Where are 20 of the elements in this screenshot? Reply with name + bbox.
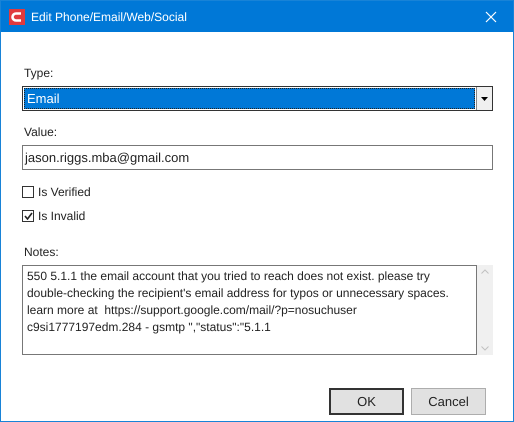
cancel-button[interactable]: Cancel xyxy=(411,388,486,415)
checkbox[interactable] xyxy=(22,210,34,222)
notes-text: 550 5.1.1 the email account that you tried to reach does not exist. please try double-checking the recipient's email address for typos or unnecessary spaces. learn more at https://support.google.com/mail/?p=nosuchuser c9si1777197edm.284 - gsmtp ","status":"5.1.1 xyxy=(27,268,450,336)
checkmark-icon xyxy=(24,212,32,220)
checkbox-label: Is Invalid xyxy=(38,208,86,225)
type-dropdown[interactable]: Email xyxy=(22,86,493,111)
window-title: Edit Phone/Email/Web/Social xyxy=(31,8,188,26)
notes-field[interactable] xyxy=(22,265,477,355)
close-icon[interactable] xyxy=(485,10,497,22)
notes-label: Notes: xyxy=(24,244,60,261)
ok-button[interactable]: OK xyxy=(329,388,404,415)
value-text: jason.riggs.mba@gmail.com xyxy=(25,148,190,167)
type-label: Type: xyxy=(24,65,54,82)
app-logo-icon xyxy=(9,8,25,24)
checkbox[interactable] xyxy=(22,186,34,198)
type-value: Email xyxy=(26,90,60,108)
caret-icon xyxy=(481,96,488,100)
value-field[interactable]: jason.riggs.mba@gmail.com xyxy=(22,145,493,170)
value-label: Value: xyxy=(24,124,58,141)
checkbox-label: Is Verified xyxy=(38,184,91,201)
